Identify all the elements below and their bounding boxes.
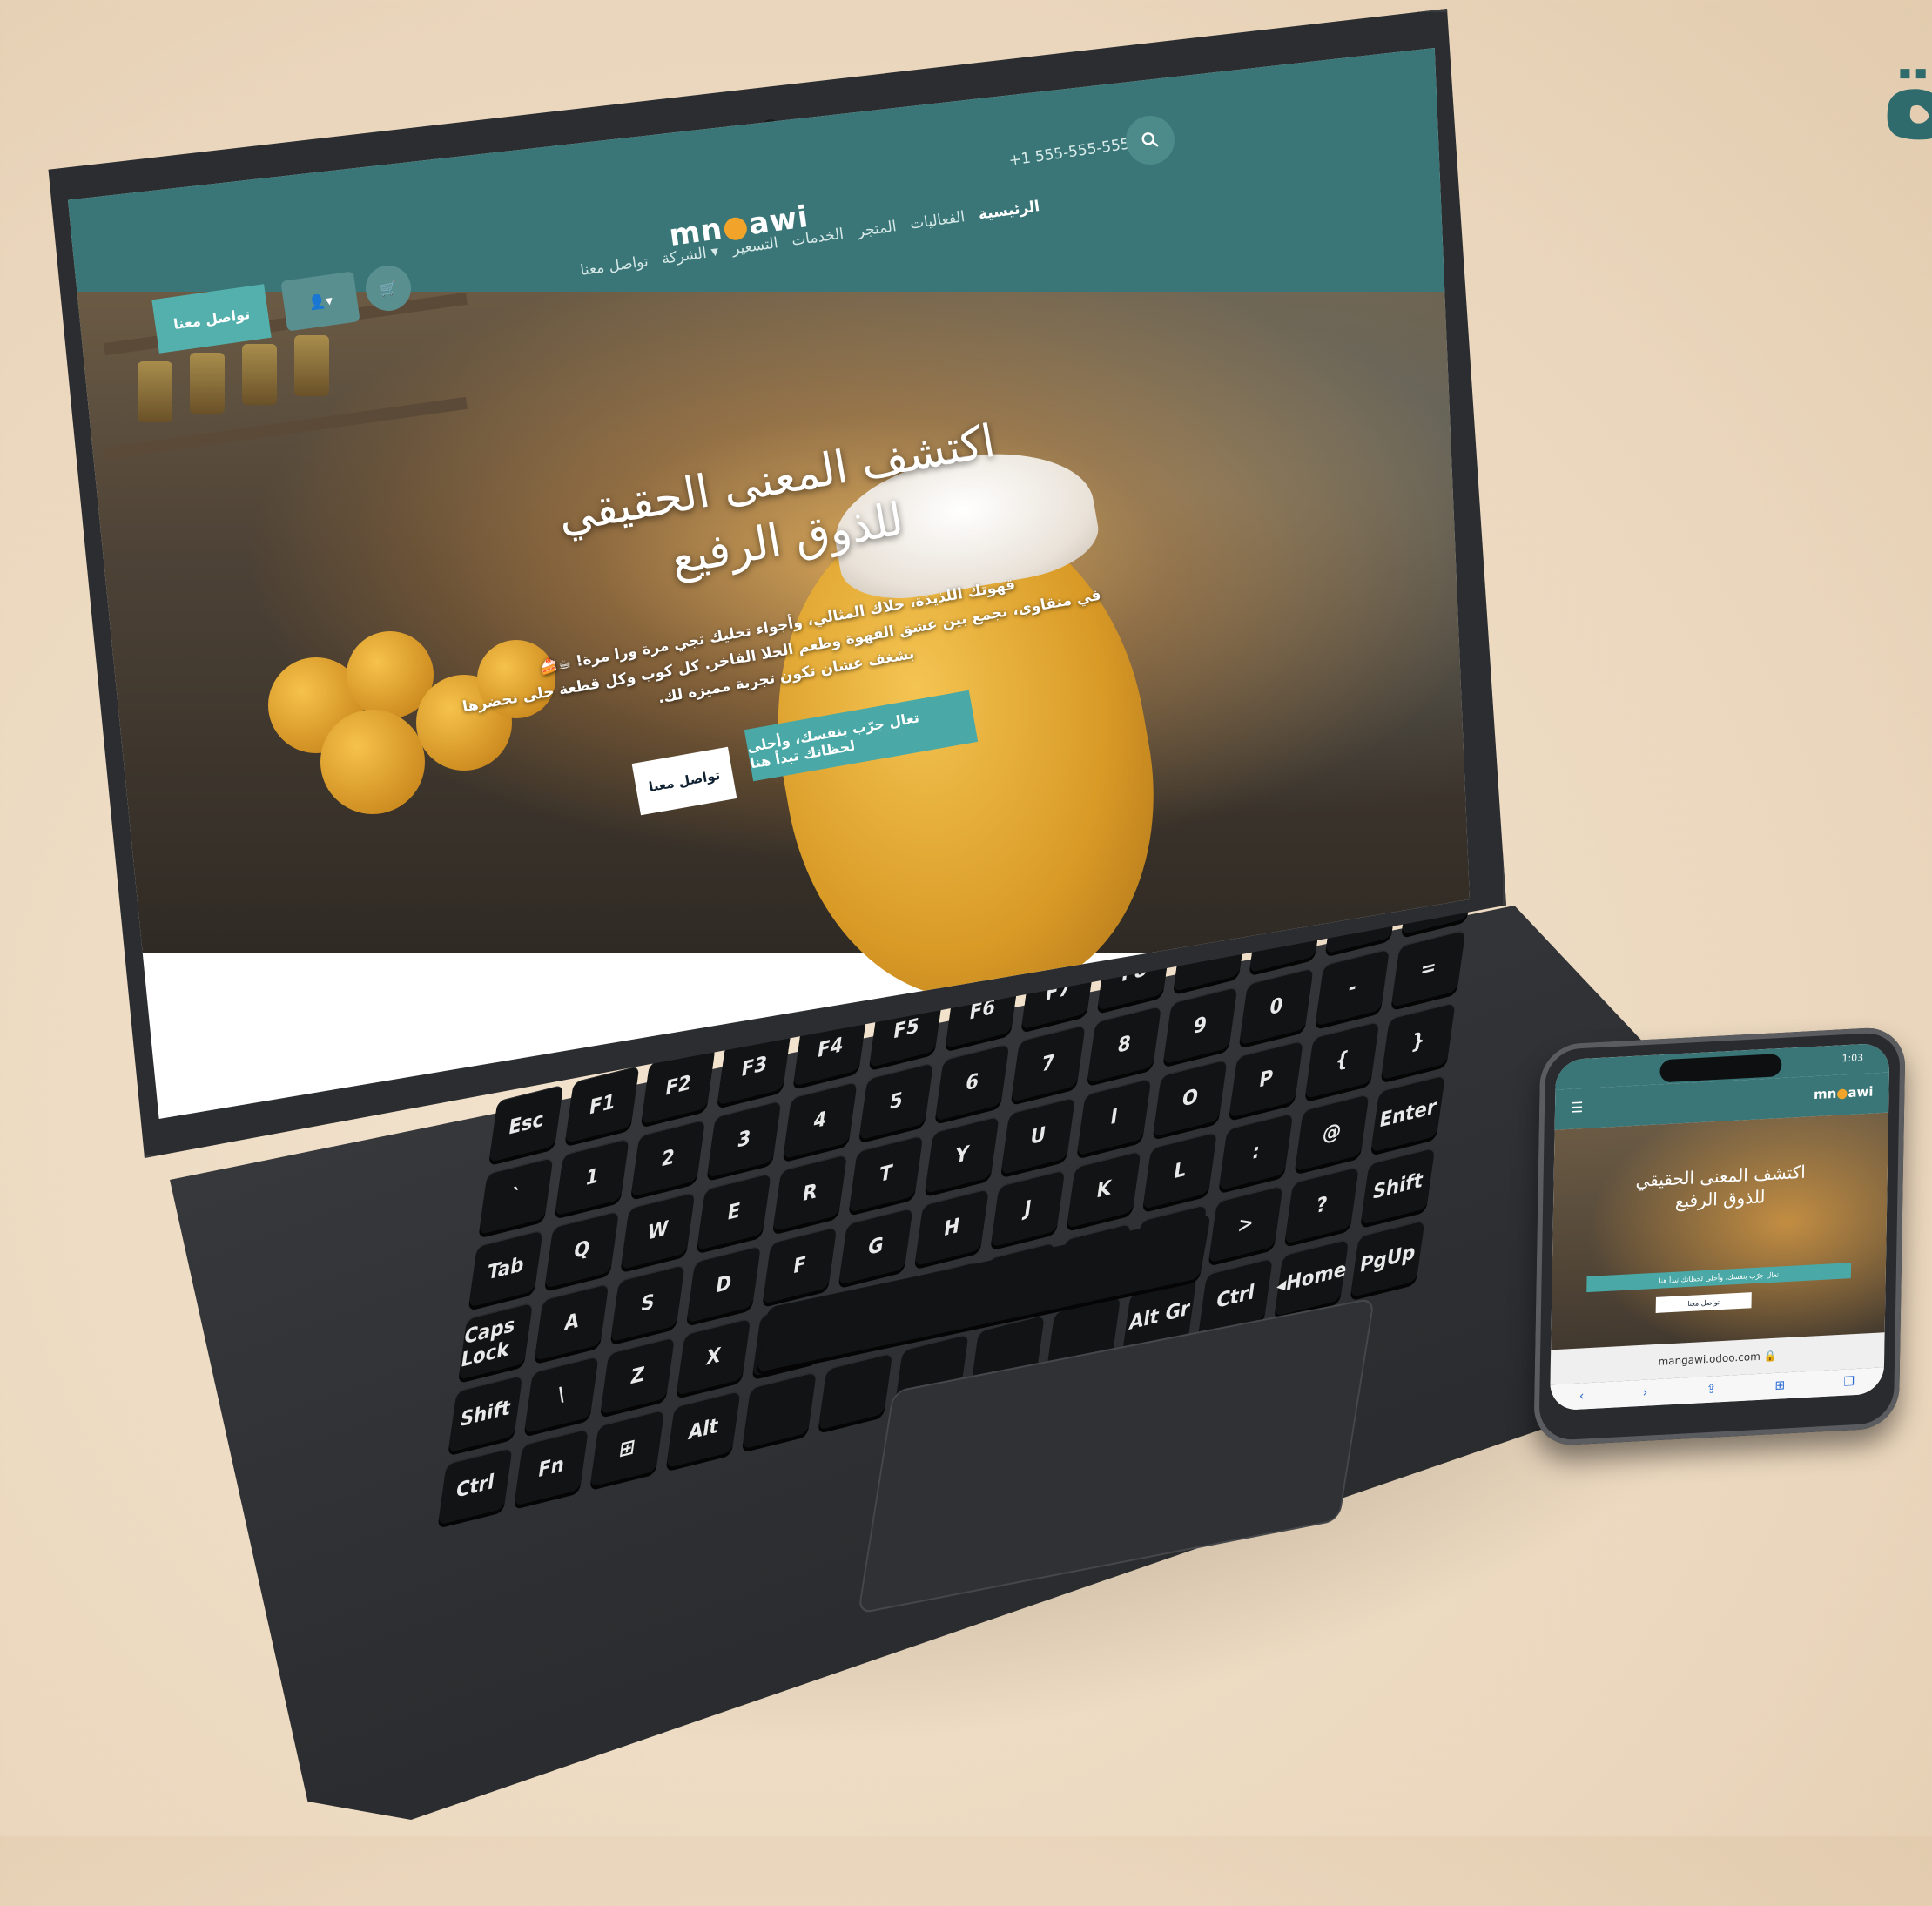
keyboard-key[interactable]: G (838, 1207, 913, 1286)
keyboard-key[interactable]: Shift (1360, 1147, 1436, 1226)
phone-site-logo[interactable]: mn●awi (1814, 1084, 1874, 1103)
corner-brand-glyph: ة (1881, 16, 1932, 167)
user-menu-button[interactable]: 👤 ▾ (280, 271, 360, 332)
keyboard-key[interactable]: > (1208, 1185, 1283, 1263)
phone-url: mangawi.odoo.com 🔒 (1658, 1349, 1777, 1368)
cart-icon: 🛒 (378, 279, 399, 298)
phone-logo-prefix: mn (1813, 1085, 1837, 1103)
keyboard-key[interactable]: U (1000, 1096, 1075, 1175)
jar (138, 361, 172, 422)
phone-logo-mango-icon: ● (1836, 1085, 1848, 1101)
jar (294, 335, 329, 396)
keyboard-key[interactable]: Z (600, 1337, 675, 1415)
keyboard-key[interactable]: = (1390, 929, 1466, 1008)
keyboard-key[interactable]: 5 (858, 1062, 934, 1141)
keyboard-key[interactable]: 4 (783, 1081, 858, 1160)
keyboard-key[interactable]: \ (524, 1356, 599, 1434)
back-icon[interactable]: ‹ (1579, 1389, 1585, 1403)
keyboard-key[interactable]: : (1218, 1112, 1294, 1191)
fruit (320, 710, 425, 814)
keyboard-key[interactable]: X (676, 1317, 751, 1396)
keyboard-key[interactable]: Y (925, 1115, 1000, 1195)
keyboard-key[interactable]: Tab (468, 1229, 543, 1308)
keyboard-key[interactable]: J (990, 1169, 1066, 1248)
keyboard-key[interactable]: 2 (630, 1119, 706, 1197)
keyboard-key[interactable]: T (848, 1135, 924, 1213)
jar (242, 344, 277, 405)
phone-screen: 1:03 ☰ mn●awi اكتشف المعنى الحقيقي للذوق… (1549, 1042, 1890, 1411)
keyboard-key[interactable]: W (620, 1191, 696, 1270)
keyboard-key[interactable]: D (686, 1245, 761, 1323)
keyboard-key[interactable]: 3 (706, 1100, 782, 1179)
keyboard-key[interactable]: H (914, 1188, 989, 1267)
keyboard-key[interactable]: Shift (448, 1374, 523, 1453)
keyboard-key[interactable]: I (1076, 1078, 1152, 1156)
phone-logo-suffix: awi (1848, 1083, 1874, 1101)
keyboard-key[interactable]: O (1153, 1059, 1228, 1137)
keyboard-key[interactable]: E (697, 1172, 771, 1251)
keyboard-key[interactable]: 9 (1162, 987, 1238, 1065)
keyboard-key[interactable]: 7 (1011, 1024, 1086, 1102)
smartphone: 1:03 ☰ mn●awi اكتشف المعنى الحقيقي للذوق… (1533, 1026, 1906, 1447)
keyboard-key[interactable]: A (534, 1283, 609, 1362)
keyboard-key[interactable]: Q (544, 1210, 620, 1289)
keyboard-key[interactable]: F (762, 1226, 838, 1304)
chevron-down-icon: ▾ (324, 291, 334, 309)
keyboard-key[interactable]: ` (478, 1156, 554, 1236)
keyboard-key[interactable]: - (1315, 948, 1390, 1027)
keyboard-key[interactable]: 8 (1087, 1005, 1162, 1084)
forward-icon[interactable]: › (1643, 1386, 1648, 1400)
keyboard-key[interactable]: { (1304, 1020, 1380, 1100)
bookmarks-icon[interactable]: ⊞ (1774, 1378, 1785, 1393)
tabs-icon[interactable]: ❐ (1843, 1375, 1855, 1390)
keyboard-key[interactable]: S (610, 1264, 685, 1343)
share-icon[interactable]: ⇪ (1706, 1382, 1716, 1397)
keyboard-key[interactable]: L (1142, 1131, 1217, 1210)
keyboard-key[interactable]: 6 (934, 1043, 1010, 1121)
keyboard-key[interactable]: } (1381, 1002, 1456, 1081)
keyboard-key[interactable]: 0 (1239, 967, 1314, 1046)
search-icon (1141, 132, 1159, 147)
keyboard-key[interactable]: ? (1284, 1166, 1359, 1244)
keyboard-key[interactable]: P (1229, 1040, 1303, 1118)
keyboard-key[interactable]: K (1067, 1150, 1141, 1229)
keyboard-key[interactable]: Caps Lock (458, 1302, 533, 1380)
user-icon: 👤 (306, 292, 327, 312)
jar (190, 353, 225, 414)
phone-time: 1:03 (1841, 1052, 1864, 1065)
keyboard-key[interactable]: @ (1294, 1094, 1370, 1172)
keyboard-key[interactable]: Enter (1370, 1074, 1445, 1153)
keyboard-key[interactable]: R (772, 1154, 847, 1232)
hamburger-menu-icon[interactable]: ☰ (1571, 1099, 1584, 1116)
keyboard-key[interactable]: 1 (555, 1138, 629, 1216)
